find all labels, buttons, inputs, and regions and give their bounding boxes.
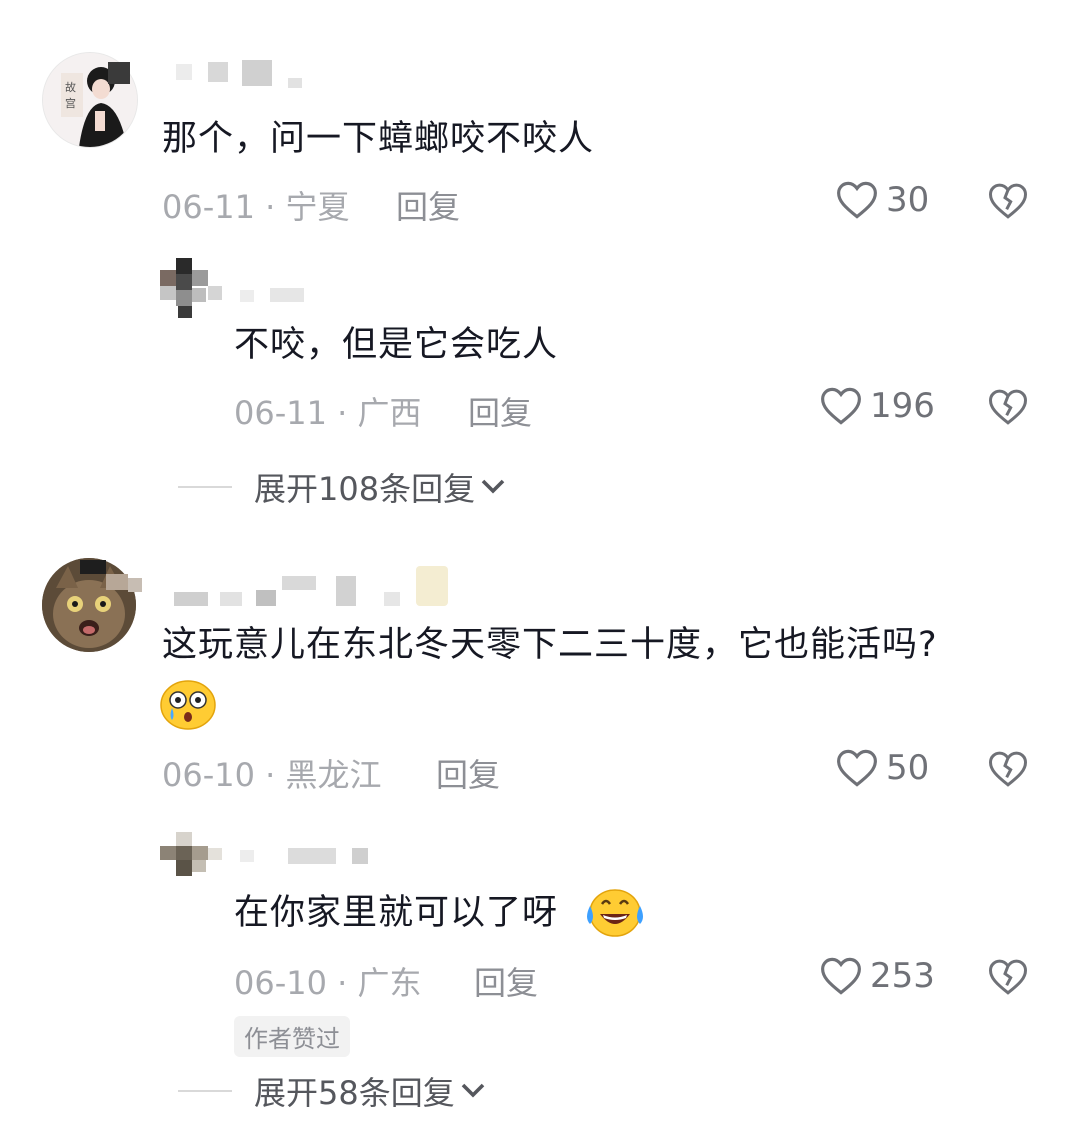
like-button[interactable]: 253 bbox=[820, 956, 935, 996]
laughing-tears-face-icon bbox=[584, 886, 646, 942]
like-count: 30 bbox=[886, 180, 930, 220]
comment-meta: 06-10 · 黑龙江 bbox=[162, 750, 382, 796]
heart-outline-icon bbox=[837, 749, 877, 787]
dislike-button[interactable] bbox=[988, 958, 1028, 1000]
reply-date: 06-10 bbox=[234, 964, 327, 1002]
chevron-down-icon bbox=[481, 479, 505, 494]
svg-text:宫: 宫 bbox=[65, 96, 76, 110]
expand-replies-button[interactable]: 展开108条回复 bbox=[178, 464, 507, 510]
like-count: 253 bbox=[870, 956, 935, 996]
comment-region: 宁夏 bbox=[285, 188, 350, 226]
meta-separator: · bbox=[326, 964, 358, 1002]
comment-date: 06-10 bbox=[162, 756, 255, 794]
flushed-tear-face-icon bbox=[160, 680, 216, 734]
expand-divider bbox=[178, 1090, 232, 1092]
like-count: 50 bbox=[886, 748, 930, 788]
avatar-image bbox=[160, 832, 222, 876]
expand-divider bbox=[178, 486, 232, 488]
comment-meta: 06-11 · 宁夏 bbox=[162, 182, 350, 228]
like-button[interactable]: 196 bbox=[820, 386, 935, 426]
meta-separator: · bbox=[254, 756, 286, 794]
reply-region: 广东 bbox=[357, 964, 422, 1002]
comment-date: 06-11 bbox=[162, 188, 255, 226]
chevron-down-icon bbox=[461, 1083, 485, 1098]
comment-text: 那个，问一下蟑螂咬不咬人 bbox=[162, 119, 595, 159]
comment-region: 黑龙江 bbox=[285, 756, 382, 794]
reply-meta: 06-11 · 广西 bbox=[234, 388, 422, 434]
reply-text: 在你家里就可以了呀 bbox=[234, 893, 559, 933]
broken-heart-icon bbox=[988, 183, 1028, 219]
avatar[interactable] bbox=[160, 832, 224, 882]
broken-heart-icon bbox=[988, 751, 1028, 787]
broken-heart-icon bbox=[988, 389, 1028, 425]
reply-date: 06-11 bbox=[234, 394, 327, 432]
comment-text: 这玩意儿在东北冬天零下二三十度，它也能活吗? bbox=[162, 625, 938, 665]
like-button[interactable]: 30 bbox=[836, 180, 929, 220]
author-liked-badge: 作者赞过 bbox=[234, 1016, 350, 1057]
expand-replies-label: 展开108条回复 bbox=[254, 470, 476, 508]
expand-replies-button[interactable]: 展开58条回复 bbox=[178, 1068, 487, 1114]
broken-heart-icon bbox=[988, 959, 1028, 995]
dislike-button[interactable] bbox=[988, 388, 1028, 430]
heart-outline-icon bbox=[821, 387, 861, 425]
reply-button[interactable]: 回复 bbox=[474, 958, 538, 1004]
reply-text: 不咬，但是它会吃人 bbox=[234, 325, 559, 365]
avatar-image bbox=[160, 258, 222, 318]
heart-outline-icon bbox=[837, 181, 877, 219]
meta-separator: · bbox=[254, 188, 286, 226]
reply-button[interactable]: 回复 bbox=[468, 388, 532, 434]
reply-region: 广西 bbox=[357, 394, 422, 432]
meta-separator: · bbox=[326, 394, 358, 432]
heart-outline-icon bbox=[821, 957, 861, 995]
like-button[interactable]: 50 bbox=[836, 748, 929, 788]
expand-replies-label: 展开58条回复 bbox=[254, 1074, 455, 1112]
like-count: 196 bbox=[870, 386, 935, 426]
dislike-button[interactable] bbox=[988, 750, 1028, 792]
reply-button[interactable]: 回复 bbox=[436, 750, 500, 796]
svg-text:故: 故 bbox=[65, 80, 76, 94]
reply-meta: 06-10 · 广东 bbox=[234, 958, 422, 1004]
avatar[interactable] bbox=[160, 258, 224, 322]
reply-button[interactable]: 回复 bbox=[396, 182, 460, 228]
dislike-button[interactable] bbox=[988, 182, 1028, 224]
